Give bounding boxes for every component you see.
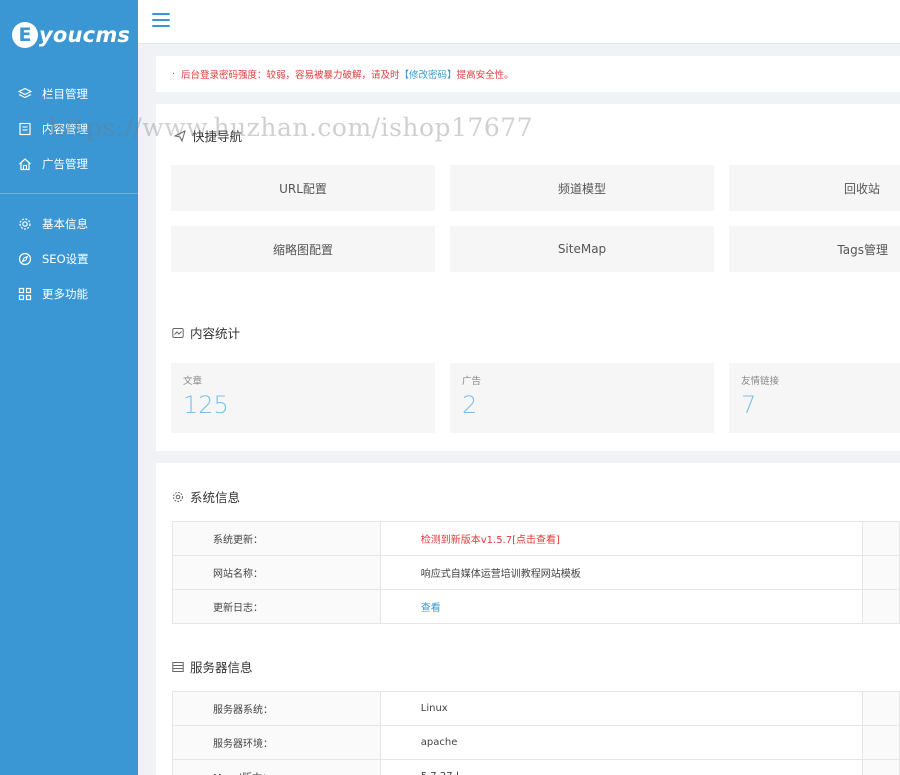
send-icon: [174, 129, 186, 142]
table-row: 网站名称： 响应式自媒体运营培训教程网站模板: [172, 555, 900, 590]
system-info-title: 系统信息: [172, 487, 240, 506]
changelog-link[interactable]: 查看: [379, 589, 864, 624]
stat-label: 友情链接: [741, 376, 780, 387]
channel-model-button[interactable]: 频道模型: [450, 165, 714, 211]
server-info-table: 服务器系统： Linux 服务器环境： apache Mysql版本： 5.7.…: [172, 691, 900, 775]
tags-manage-button[interactable]: Tags管理: [729, 226, 900, 272]
compass-icon: [18, 252, 32, 266]
sidebar-item-label: 广告管理: [42, 156, 88, 171]
row-key: 网站名称：: [172, 555, 381, 590]
update-link[interactable]: 检测到新版本v1.5.7[点击查看]: [379, 521, 864, 556]
notice-text-after: 提高安全性。: [456, 70, 514, 81]
sidebar-item-label: 栏目管理: [42, 86, 88, 101]
stat-card-articles[interactable]: 文章 125: [171, 363, 435, 433]
quick-nav-title: 快捷导航: [174, 126, 242, 145]
notice-dot: ·: [172, 68, 176, 80]
table-row: 服务器环境： apache: [172, 725, 900, 760]
topbar: [138, 0, 900, 44]
row-value: apache: [379, 725, 864, 760]
logo-text: youcms: [39, 23, 131, 47]
section-title-text: 快捷导航: [192, 129, 243, 144]
home-icon: [18, 157, 32, 171]
nav-group-settings: 基本信息 SEO设置 更多功能: [0, 200, 138, 317]
logo[interactable]: E youcms: [0, 0, 138, 70]
row-key: 更新日志：: [172, 589, 381, 624]
stat-card-links[interactable]: 友情链接 7: [729, 363, 900, 433]
gear-icon: [18, 217, 32, 231]
stat-value: 2: [462, 391, 478, 419]
sidebar-item-content[interactable]: 内容管理: [0, 111, 138, 146]
thumbnail-config-button[interactable]: 缩略图配置: [171, 226, 435, 272]
row-key: 服务器环境：: [172, 725, 381, 760]
notice-text: 后台登录密码强度：较弱，容易被暴力破解，请及时: [181, 70, 400, 81]
sidebar-item-columns[interactable]: 栏目管理: [0, 76, 138, 111]
sidebar-item-label: 内容管理: [42, 121, 88, 136]
stat-card-ads[interactable]: 广告 2: [450, 363, 714, 433]
row-key: 服务器系统：: [172, 691, 381, 726]
system-info-panel: 系统信息 系统更新： 检测到新版本v1.5.7[点击查看] 网站名称： 响应式自…: [156, 463, 900, 775]
recycle-bin-button[interactable]: 回收站: [729, 165, 900, 211]
url-config-button[interactable]: URL配置: [171, 165, 435, 211]
row-key: 系统更新：: [172, 521, 381, 556]
sidebar: E youcms 栏目管理 内容管理 广告管理 基本信息 SEO设置 更多功能: [0, 0, 138, 775]
content-stats-title: 内容统计: [172, 323, 240, 342]
layers-icon: [18, 87, 32, 101]
sidebar-item-ads[interactable]: 广告管理: [0, 146, 138, 181]
sidebar-divider: [0, 193, 138, 194]
row-key: Mysql版本：: [172, 759, 381, 775]
change-password-link[interactable]: 【修改密码】: [400, 67, 457, 81]
server-icon: [172, 661, 184, 673]
row-value: Linux: [379, 691, 864, 726]
sidebar-item-more[interactable]: 更多功能: [0, 276, 138, 311]
sidebar-item-label: 更多功能: [42, 286, 88, 301]
system-info-table: 系统更新： 检测到新版本v1.5.7[点击查看] 网站名称： 响应式自媒体运营培…: [172, 521, 900, 624]
main-content: · 后台登录密码强度：较弱，容易被暴力破解，请及时 【修改密码】 提高安全性。 …: [156, 56, 900, 775]
chart-icon: [172, 327, 184, 339]
document-icon: [18, 122, 32, 136]
section-title-text: 内容统计: [190, 326, 241, 341]
sidebar-item-label: 基本信息: [42, 216, 88, 231]
gear-icon: [172, 491, 184, 503]
table-row: 系统更新： 检测到新版本v1.5.7[点击查看]: [172, 521, 900, 556]
password-notice: · 后台登录密码强度：较弱，容易被暴力破解，请及时 【修改密码】 提高安全性。: [156, 56, 900, 92]
stat-label: 广告: [462, 376, 482, 387]
content-stats-panel: 内容统计 文章 125 广告 2 友情链接 7: [156, 301, 900, 451]
server-info-title: 服务器信息: [172, 657, 253, 676]
sidebar-item-label: SEO设置: [42, 251, 89, 266]
table-row: 服务器系统： Linux: [172, 691, 900, 726]
sidebar-item-seo[interactable]: SEO设置: [0, 241, 138, 276]
sidebar-item-basic-info[interactable]: 基本信息: [0, 206, 138, 241]
logo-badge: E: [12, 22, 38, 48]
nav-group-content: 栏目管理 内容管理 广告管理: [0, 70, 138, 187]
menu-toggle-icon[interactable]: [152, 13, 170, 29]
section-title-text: 服务器信息: [190, 660, 253, 675]
table-row: 更新日志： 查看: [172, 589, 900, 624]
table-row: Mysql版本： 5.7.27-l: [172, 759, 900, 775]
grid-icon: [18, 287, 32, 301]
row-value: 响应式自媒体运营培训教程网站模板: [379, 555, 864, 590]
section-title-text: 系统信息: [190, 490, 241, 505]
row-value: 5.7.27-l: [379, 759, 864, 775]
sitemap-button[interactable]: SiteMap: [450, 226, 714, 272]
stat-label: 文章: [183, 376, 203, 387]
stat-value: 125: [183, 391, 229, 419]
stat-value: 7: [741, 391, 757, 419]
